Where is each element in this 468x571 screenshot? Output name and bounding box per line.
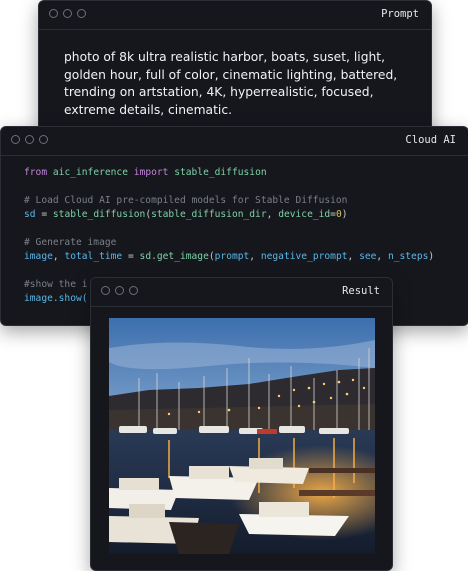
code-operator: = [122,251,140,262]
prompt-window: Prompt photo of 8k ultra realistic harbo… [38,0,432,137]
close-dot-icon[interactable] [101,286,110,295]
code-function: stable_diffusion [52,209,146,220]
maximize-dot-icon[interactable] [129,286,138,295]
maximize-dot-icon[interactable] [77,9,86,18]
code-comment: #show the i [24,279,88,290]
code-argument: see [359,251,377,262]
result-window-titlebar: Result [91,278,392,307]
window-controls [49,9,86,18]
code-window-title: Cloud AI [405,134,456,146]
maximize-dot-icon[interactable] [39,135,48,144]
code-separator: , [266,209,279,220]
prompt-window-titlebar: Prompt [39,1,431,30]
code-call: image.show( [24,293,88,304]
code-operator: = [35,209,53,220]
prompt-text: photo of 8k ultra realistic harbor, boat… [64,50,398,117]
code-window-titlebar: Cloud AI [1,127,468,156]
code-function: sd.get_image [139,251,209,262]
close-dot-icon[interactable] [49,9,58,18]
minimize-dot-icon[interactable] [115,286,124,295]
code-argument: prompt [214,251,250,262]
code-identifier: sd [24,209,36,220]
code-paren: ) [428,251,435,262]
code-comment: # Generate image [24,237,117,248]
code-identifier: total_time [64,251,123,262]
code-import-name: stable_diffusion [174,167,267,178]
code-argument: stable_diffusion_dir [151,209,267,220]
harbor-sunset-image [109,318,375,554]
code-separator: , [249,251,261,262]
code-keyword: from [24,167,48,178]
code-comment: # Load Cloud AI pre-compiled models for … [24,195,348,206]
code-separator: , [52,251,65,262]
code-identifier: image [24,251,53,262]
result-image [109,318,375,554]
code-argument: device_id [278,209,331,220]
code-argument: negative_prompt [260,251,348,262]
minimize-dot-icon[interactable] [63,9,72,18]
window-controls [11,135,48,144]
code-paren: ) [341,209,348,220]
window-controls [101,286,138,295]
code-module: aic_inference [52,167,128,178]
code-argument: n_steps [387,251,429,262]
minimize-dot-icon[interactable] [25,135,34,144]
prompt-window-title: Prompt [381,8,419,20]
close-dot-icon[interactable] [11,135,20,144]
result-window-title: Result [342,285,380,297]
code-keyword: import [133,167,169,178]
code-separator: , [347,251,360,262]
result-window: Result [90,277,393,571]
code-separator: , [376,251,388,262]
